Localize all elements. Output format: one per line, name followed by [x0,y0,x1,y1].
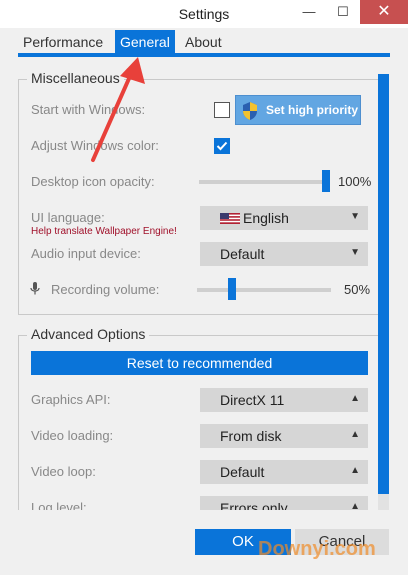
adjust-color-checkbox[interactable] [214,138,230,154]
microphone-icon [30,282,40,295]
maximize-icon[interactable]: ☐ [328,0,358,24]
graphics-api-value: DirectX 11 [220,392,285,408]
tab-underline [18,53,390,57]
reset-to-recommended-button[interactable]: Reset to recommended [31,351,368,375]
graphics-api-select[interactable]: DirectX 11 ▲ [200,388,368,412]
watermark: Downyi.com [258,538,376,560]
log-level-select[interactable]: Errors only ▲ [200,496,368,510]
log-level-label: Log level: [31,500,87,510]
log-level-value: Errors only [220,500,288,510]
us-flag-icon [220,213,240,224]
ui-language-value: English [243,210,289,226]
desktop-opacity-value: 100% [338,174,372,189]
video-loop-value: Default [220,464,265,480]
recording-volume-label: Recording volume: [51,282,160,297]
start-with-windows-label: Start with Windows: [31,102,146,117]
ui-language-label: UI language: [31,210,105,225]
misc-group-title: Miscellaneous [27,70,124,86]
video-loop-select[interactable]: Default ▲ [200,460,368,484]
desktop-opacity-track[interactable] [199,180,325,184]
video-loading-select[interactable]: From disk ▲ [200,424,368,448]
minimize-icon[interactable]: — [294,0,324,24]
dropdown-arrow-icon: ▼ [350,247,360,258]
recording-volume-track[interactable] [197,288,331,292]
close-icon[interactable]: ✕ [360,0,408,24]
graphics-api-label: Graphics API: [31,392,111,407]
title-bar: Settings — ☐ ✕ [0,0,408,28]
ui-language-select[interactable]: English ▼ [200,206,368,230]
dropdown-arrow-icon: ▲ [350,465,360,476]
recording-volume-value: 50% [344,282,371,297]
settings-content: Miscellaneous Start with Windows: Set hi… [18,58,390,510]
checkmark-icon [216,141,228,151]
shield-icon [243,102,257,120]
set-high-priority-label: Set high priority [266,103,359,117]
dropdown-arrow-icon: ▲ [350,429,360,440]
audio-input-value: Default [220,246,265,262]
tab-performance[interactable]: Performance [18,30,108,54]
audio-input-label: Audio input device: [31,246,141,261]
dropdown-arrow-icon: ▲ [350,501,360,510]
advanced-group-title: Advanced Options [27,326,150,342]
video-loading-value: From disk [220,428,282,444]
video-loop-label: Video loop: [31,464,96,479]
misc-group: Miscellaneous Start with Windows: Set hi… [18,70,380,315]
scrollbar-thumb[interactable] [378,74,389,494]
desktop-opacity-slider-thumb[interactable] [322,170,330,192]
help-translate-link[interactable]: Help translate Wallpaper Engine! [31,226,177,237]
tab-about[interactable]: About [180,30,227,54]
set-high-priority-button[interactable]: Set high priority [235,95,361,125]
scrollbar[interactable] [378,74,389,510]
video-loading-label: Video loading: [31,428,114,443]
audio-input-select[interactable]: Default ▼ [200,242,368,266]
tab-general[interactable]: General [115,30,175,54]
desktop-opacity-label: Desktop icon opacity: [31,174,155,189]
adjust-color-label: Adjust Windows color: [31,138,159,153]
dropdown-arrow-icon: ▲ [350,393,360,404]
advanced-group: Advanced Options Reset to recommended Gr… [18,326,380,510]
recording-volume-slider-thumb[interactable] [228,278,236,300]
dropdown-arrow-icon: ▼ [350,211,360,222]
start-with-windows-checkbox[interactable] [214,102,230,118]
